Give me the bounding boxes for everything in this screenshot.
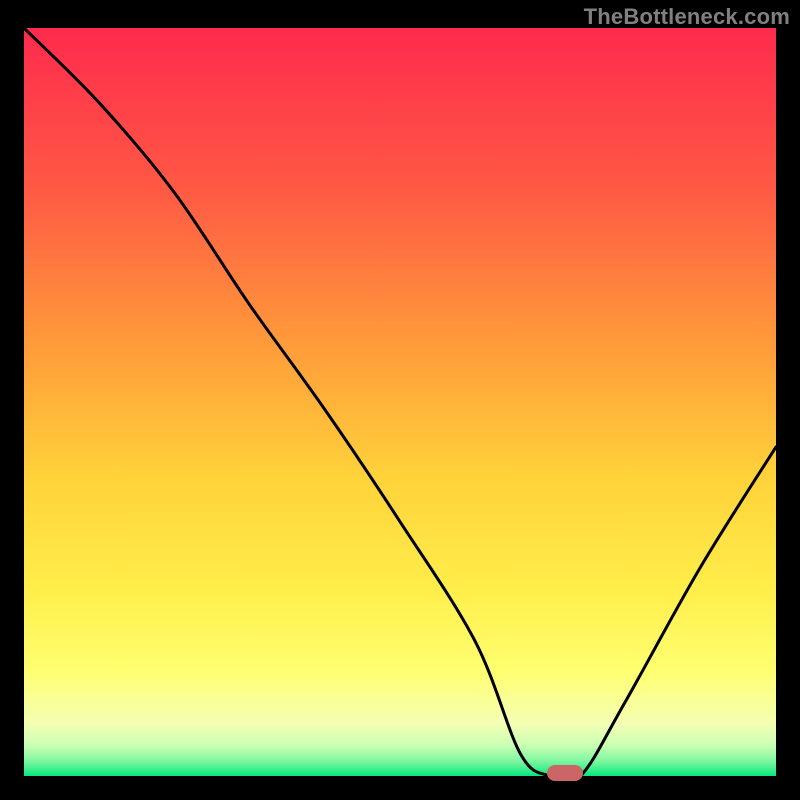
chart-frame: TheBottleneck.com — [0, 0, 800, 800]
chart-svg — [24, 28, 776, 776]
gradient-background — [24, 28, 776, 776]
optimal-marker — [547, 765, 583, 781]
watermark-text: TheBottleneck.com — [584, 4, 790, 30]
plot-area — [24, 28, 776, 776]
